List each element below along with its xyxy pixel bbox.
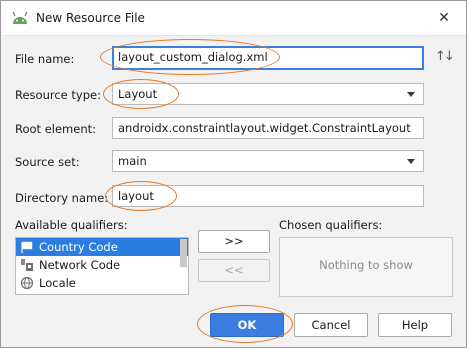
file-name-label: File name: — [15, 52, 75, 66]
flag-icon — [21, 241, 33, 253]
directory-name-label: Directory name: — [15, 191, 109, 205]
chosen-qualifiers-list[interactable]: Nothing to show — [279, 237, 453, 297]
sort-icon[interactable]: ↑↓ — [435, 49, 455, 64]
source-set-label: Source set: — [15, 155, 80, 169]
new-resource-file-dialog: New Resource File ✕ File name: layout_cu… — [0, 0, 467, 348]
globe-icon — [20, 276, 34, 290]
list-item-label: Network Code — [39, 258, 121, 272]
directory-name-input[interactable]: layout — [112, 185, 424, 207]
root-element-label: Root element: — [15, 122, 97, 136]
network-icon — [21, 259, 33, 271]
source-set-select[interactable]: main — [112, 150, 424, 172]
list-item-label: Locale — [39, 276, 76, 290]
list-item[interactable]: Country Code — [16, 238, 188, 256]
remove-qualifier-button[interactable]: << — [198, 259, 270, 282]
help-button[interactable]: Help — [378, 313, 452, 337]
list-item[interactable]: Locale — [16, 274, 188, 292]
close-icon[interactable]: ✕ — [433, 7, 455, 29]
android-icon — [12, 11, 28, 24]
chevron-down-icon — [407, 159, 415, 164]
available-qualifiers-label: Available qualifiers: — [15, 218, 128, 232]
chosen-qualifiers-label: Chosen qualifiers: — [279, 218, 383, 232]
empty-state-text: Nothing to show — [319, 258, 413, 272]
root-element-input[interactable]: androidx.constraintlayout.widget.Constra… — [112, 117, 424, 139]
list-item[interactable]: Network Code — [16, 256, 188, 274]
file-name-input[interactable]: layout_custom_dialog.xml — [112, 46, 424, 70]
source-set-value: main — [118, 154, 147, 168]
list-item-label: Country Code — [39, 240, 118, 254]
title-bar: New Resource File ✕ — [1, 1, 466, 36]
list-scrollbar[interactable] — [180, 239, 187, 267]
resource-type-label: Resource type: — [15, 88, 101, 102]
resource-type-select[interactable]: Layout — [112, 83, 424, 105]
chevron-down-icon — [407, 92, 415, 97]
resource-type-value: Layout — [118, 87, 158, 101]
cancel-button[interactable]: Cancel — [294, 313, 368, 337]
available-qualifiers-list[interactable]: Country Code Network Code Locale — [15, 237, 189, 295]
ok-button[interactable]: OK — [210, 313, 284, 337]
dialog-title: New Resource File — [36, 11, 145, 25]
add-qualifier-button[interactable]: >> — [198, 230, 270, 253]
